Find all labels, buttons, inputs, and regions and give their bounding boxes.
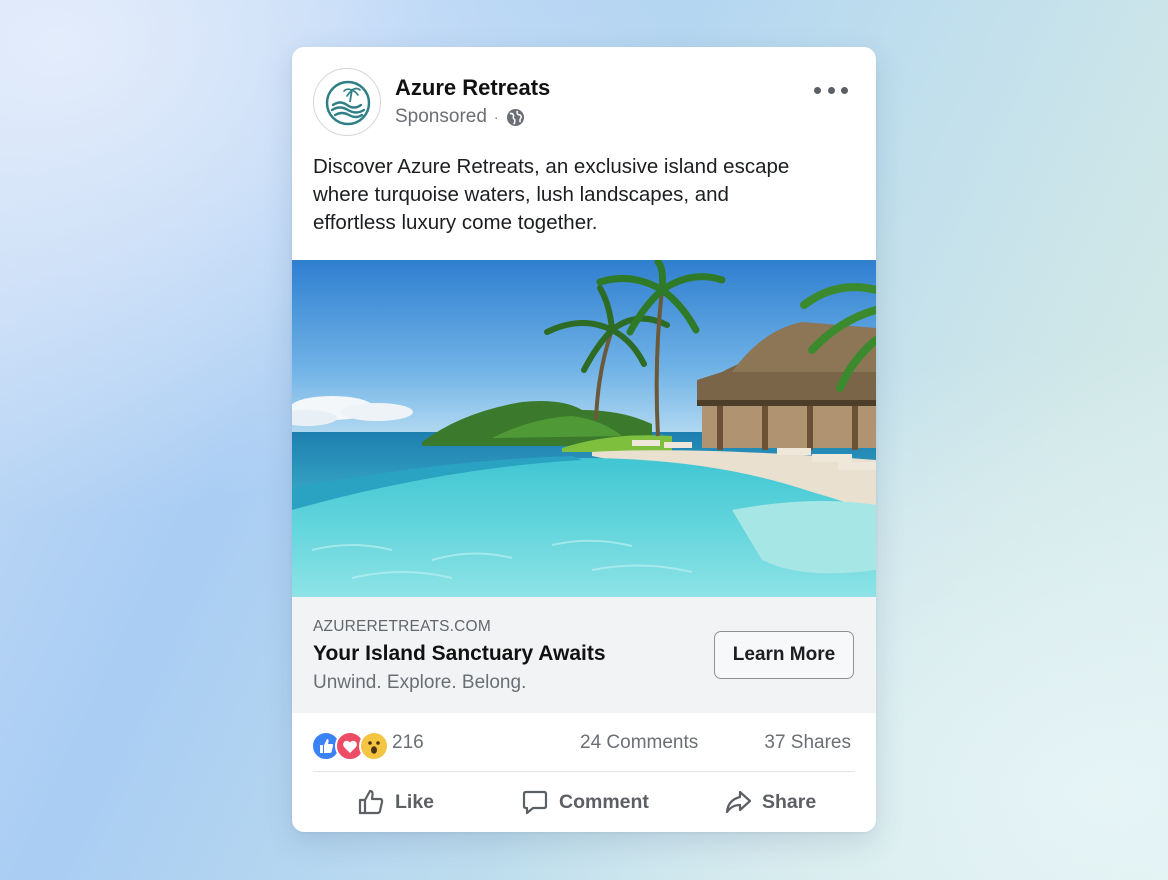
link-preview[interactable]: AZURERETREATS.COM Your Island Sanctuary … (292, 597, 876, 713)
sponsored-post-card: Azure Retreats Sponsored · Discover Azur… (292, 47, 876, 832)
page-name[interactable]: Azure Retreats (395, 75, 550, 101)
thumbs-up-icon (358, 789, 384, 815)
like-button[interactable]: Like (357, 785, 434, 819)
sponsored-label[interactable]: Sponsored (395, 106, 487, 128)
comment-icon (522, 790, 548, 815)
more-options-icon[interactable] (814, 77, 848, 103)
globe-icon (506, 108, 524, 126)
page-avatar[interactable] (313, 68, 381, 136)
resort-pool-photo[interactable] (292, 260, 876, 597)
comment-button[interactable]: Comment (521, 785, 649, 819)
actions-divider (313, 771, 855, 772)
reaction-icons[interactable] (311, 731, 389, 761)
post-meta: Sponsored · (395, 106, 525, 128)
share-button[interactable]: Share (724, 785, 816, 819)
post-header: Azure Retreats Sponsored · (292, 47, 876, 147)
reaction-count[interactable]: 216 (392, 732, 424, 754)
comments-count[interactable]: 24 Comments (580, 732, 698, 754)
azure-retreats-logo (325, 80, 371, 126)
share-arrow-icon (725, 790, 752, 814)
learn-more-button[interactable]: Learn More (714, 631, 854, 679)
comment-label: Comment (559, 790, 649, 813)
wow-reaction-icon (359, 731, 389, 761)
meta-separator: · (493, 109, 499, 125)
link-domain: AZURERETREATS.COM (313, 618, 491, 635)
post-caption: Discover Azure Retreats, an exclusive is… (313, 155, 790, 234)
share-label: Share (762, 790, 817, 813)
shares-count[interactable]: 37 Shares (764, 732, 851, 754)
like-label: Like (395, 790, 435, 813)
post-actions: Like Comment Share (292, 773, 876, 831)
link-description: Unwind. Explore. Belong. (313, 672, 527, 693)
link-headline[interactable]: Your Island Sanctuary Awaits (313, 642, 606, 666)
engagement-stats: 216 24 Comments 37 Shares (311, 727, 855, 761)
